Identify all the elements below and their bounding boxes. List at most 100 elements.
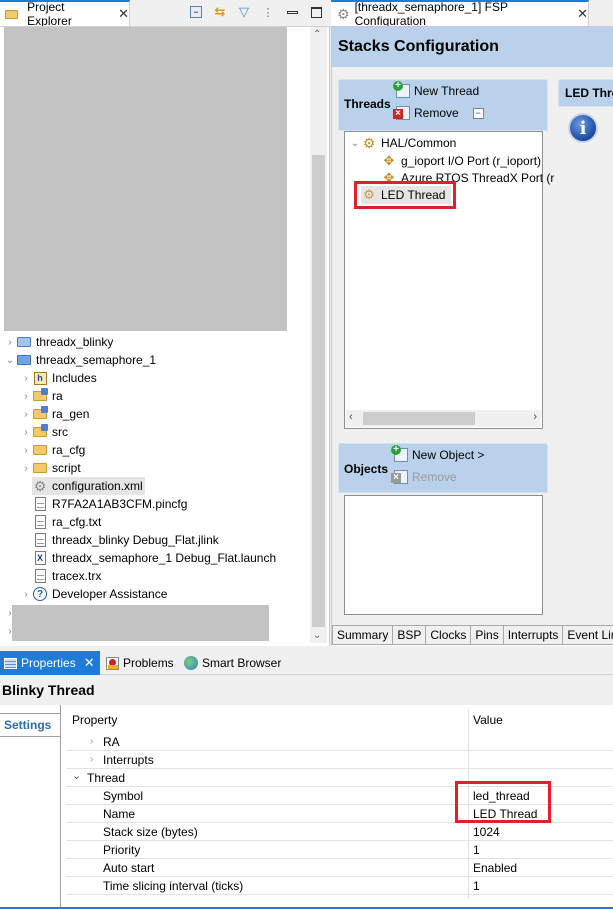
- chevron-right-icon[interactable]: ›: [20, 427, 32, 438]
- scroll-up-icon[interactable]: ⌃: [313, 29, 321, 40]
- tab-clocks[interactable]: Clocks: [426, 625, 472, 645]
- hal-common-icon: ⚙: [362, 134, 376, 151]
- scroll-left-icon[interactable]: ‹: [349, 411, 353, 423]
- property-value[interactable]: 1: [473, 843, 480, 857]
- remove-thread-button[interactable]: Remove −: [393, 106, 484, 120]
- table-row[interactable]: Time slicing interval (ticks) 1: [66, 877, 613, 895]
- table-row[interactable]: Auto start Enabled: [66, 859, 613, 877]
- objects-section-header: Objects New Object > Remove: [338, 443, 548, 493]
- new-object-label: New Object >: [412, 448, 485, 462]
- properties-body: Settings Property Value › RA › Interrupt…: [0, 705, 613, 907]
- tree-item[interactable]: ⌄ threadx_semaphore_1: [4, 351, 156, 369]
- tree-item-selected[interactable]: ⚙ configuration.xml: [32, 477, 145, 495]
- scrollbar-thumb[interactable]: [363, 412, 475, 425]
- fsp-page-tabs: Summary BSP Clocks Pins Interrupts Event…: [332, 625, 613, 645]
- table-row[interactable]: Priority 1: [66, 841, 613, 859]
- tab-summary[interactable]: Summary: [332, 625, 394, 645]
- thread-tree-item[interactable]: ✥ g_ioport I/O Port (r_ioport): [381, 152, 542, 170]
- table-row[interactable]: › RA: [66, 733, 613, 751]
- tree-item[interactable]: › script: [20, 459, 80, 477]
- thread-item-label: g_ioport I/O Port (r_ioport): [401, 154, 542, 168]
- tree-item[interactable]: › ra_gen: [20, 405, 89, 423]
- property-name: Name: [103, 807, 136, 821]
- tab-problems[interactable]: Problems: [102, 651, 178, 675]
- table-row[interactable]: › Interrupts: [66, 751, 613, 769]
- scroll-down-icon[interactable]: ⌄: [313, 630, 321, 641]
- property-name: Priority: [103, 843, 141, 857]
- close-icon[interactable]: ✕: [84, 655, 95, 671]
- chevron-right-icon[interactable]: ›: [90, 754, 93, 765]
- tab-fsp-configuration[interactable]: ⚙ [threadx_semaphore_1] FSP Configuratio…: [331, 0, 589, 28]
- vertical-scrollbar[interactable]: ⌃ ⌄: [310, 27, 327, 643]
- tab-label: Problems: [123, 656, 174, 670]
- chevron-right-icon[interactable]: ›: [90, 736, 93, 747]
- close-icon[interactable]: ✕: [118, 6, 129, 22]
- tab-project-explorer[interactable]: Project Explorer ✕: [0, 0, 130, 28]
- tree-item[interactable]: › src: [20, 423, 68, 441]
- tree-item[interactable]: › ra: [20, 387, 63, 405]
- new-thread-button[interactable]: New Thread: [393, 81, 480, 98]
- tree-item-label: threadx_blinky Debug_Flat.jlink: [52, 533, 219, 547]
- tree-item-label: configuration.xml: [52, 479, 143, 493]
- new-thread-icon: [393, 81, 410, 98]
- tree-item[interactable]: R7FA2A1AB3CFM.pincfg: [32, 495, 187, 513]
- minimize-icon[interactable]: [284, 4, 300, 20]
- chevron-down-icon[interactable]: ⌄: [72, 769, 81, 782]
- tree-item[interactable]: › ra_cfg: [20, 441, 85, 459]
- thread-item-label: HAL/Common: [381, 136, 457, 150]
- tab-bsp[interactable]: BSP: [393, 625, 427, 645]
- remove-object-button[interactable]: Remove: [391, 470, 457, 484]
- chevron-right-icon[interactable]: ›: [20, 589, 32, 600]
- tree-item[interactable]: › ? Developer Assistance: [20, 585, 167, 603]
- tab-smart-browser[interactable]: Smart Browser: [180, 651, 285, 675]
- threads-tree[interactable]: ⌄ ⚙ HAL/Common ✥ g_ioport I/O Port (r_io…: [344, 131, 554, 429]
- property-value[interactable]: Enabled: [473, 861, 517, 875]
- scroll-right-icon[interactable]: ›: [533, 411, 537, 423]
- scrollbar-thumb[interactable]: [312, 155, 325, 627]
- collapse-all-icon[interactable]: −: [188, 4, 204, 20]
- new-object-button[interactable]: New Object >: [391, 445, 485, 462]
- filter-icon[interactable]: ▽: [236, 4, 252, 20]
- view-menu-icon[interactable]: ⋮: [260, 4, 276, 20]
- tree-item[interactable]: ra_cfg.txt: [32, 513, 101, 531]
- tree-item[interactable]: › threadx_blinky: [4, 333, 113, 351]
- maximize-icon[interactable]: [308, 4, 324, 20]
- property-value[interactable]: 1024: [473, 825, 500, 839]
- link-with-editor-icon[interactable]: ⇆: [212, 4, 228, 20]
- project-explorer-tabbar: Project Explorer ✕ − ⇆ ▽ ⋮: [0, 0, 330, 28]
- tree-item[interactable]: tracex.trx: [32, 567, 101, 585]
- horizontal-scrollbar[interactable]: ‹ ›: [346, 410, 541, 427]
- tree-item[interactable]: threadx_blinky Debug_Flat.jlink: [32, 531, 219, 549]
- tree-item-label: ra_cfg: [52, 443, 86, 457]
- objects-list[interactable]: [344, 495, 543, 615]
- project-icon: [16, 352, 32, 368]
- thread-tree-item[interactable]: ⌄ ⚙ HAL/Common: [349, 134, 457, 152]
- chevron-right-icon[interactable]: ›: [20, 409, 32, 420]
- property-name: Interrupts: [103, 753, 154, 767]
- chevron-down-icon[interactable]: ⌄: [349, 138, 361, 149]
- chevron-right-icon[interactable]: ›: [4, 337, 16, 348]
- new-object-icon: [391, 445, 408, 462]
- collapse-icon[interactable]: −: [472, 107, 484, 119]
- property-value[interactable]: 1: [473, 879, 480, 893]
- tab-interrupts[interactable]: Interrupts: [503, 625, 564, 645]
- table-row[interactable]: Stack size (bytes) 1024: [66, 823, 613, 841]
- close-icon[interactable]: ✕: [577, 6, 588, 22]
- tab-properties[interactable]: Properties ✕: [0, 651, 100, 675]
- chevron-right-icon[interactable]: ›: [20, 373, 32, 384]
- chevron-right-icon[interactable]: ›: [20, 463, 32, 474]
- chevron-right-icon[interactable]: ›: [20, 445, 32, 456]
- new-thread-label: New Thread: [414, 84, 480, 98]
- tab-label: [threadx_semaphore_1] FSP Configuration: [354, 0, 508, 28]
- tree-item[interactable]: X threadx_semaphore_1 Debug_Flat.launch: [32, 549, 276, 567]
- text-file-icon: [32, 496, 48, 512]
- tree-item[interactable]: › h Includes: [20, 369, 97, 387]
- chevron-right-icon[interactable]: ›: [20, 391, 32, 402]
- tree-item-label: Includes: [52, 371, 97, 385]
- chevron-down-icon[interactable]: ⌄: [4, 355, 16, 366]
- column-header-property: Property: [72, 713, 118, 727]
- project-tree[interactable]: › threadx_blinky ⌄ threadx_semaphore_1 ›…: [0, 26, 330, 643]
- tab-pins[interactable]: Pins: [471, 625, 504, 645]
- tab-event-links[interactable]: Event Links: [563, 625, 613, 645]
- tab-settings[interactable]: Settings: [0, 713, 60, 737]
